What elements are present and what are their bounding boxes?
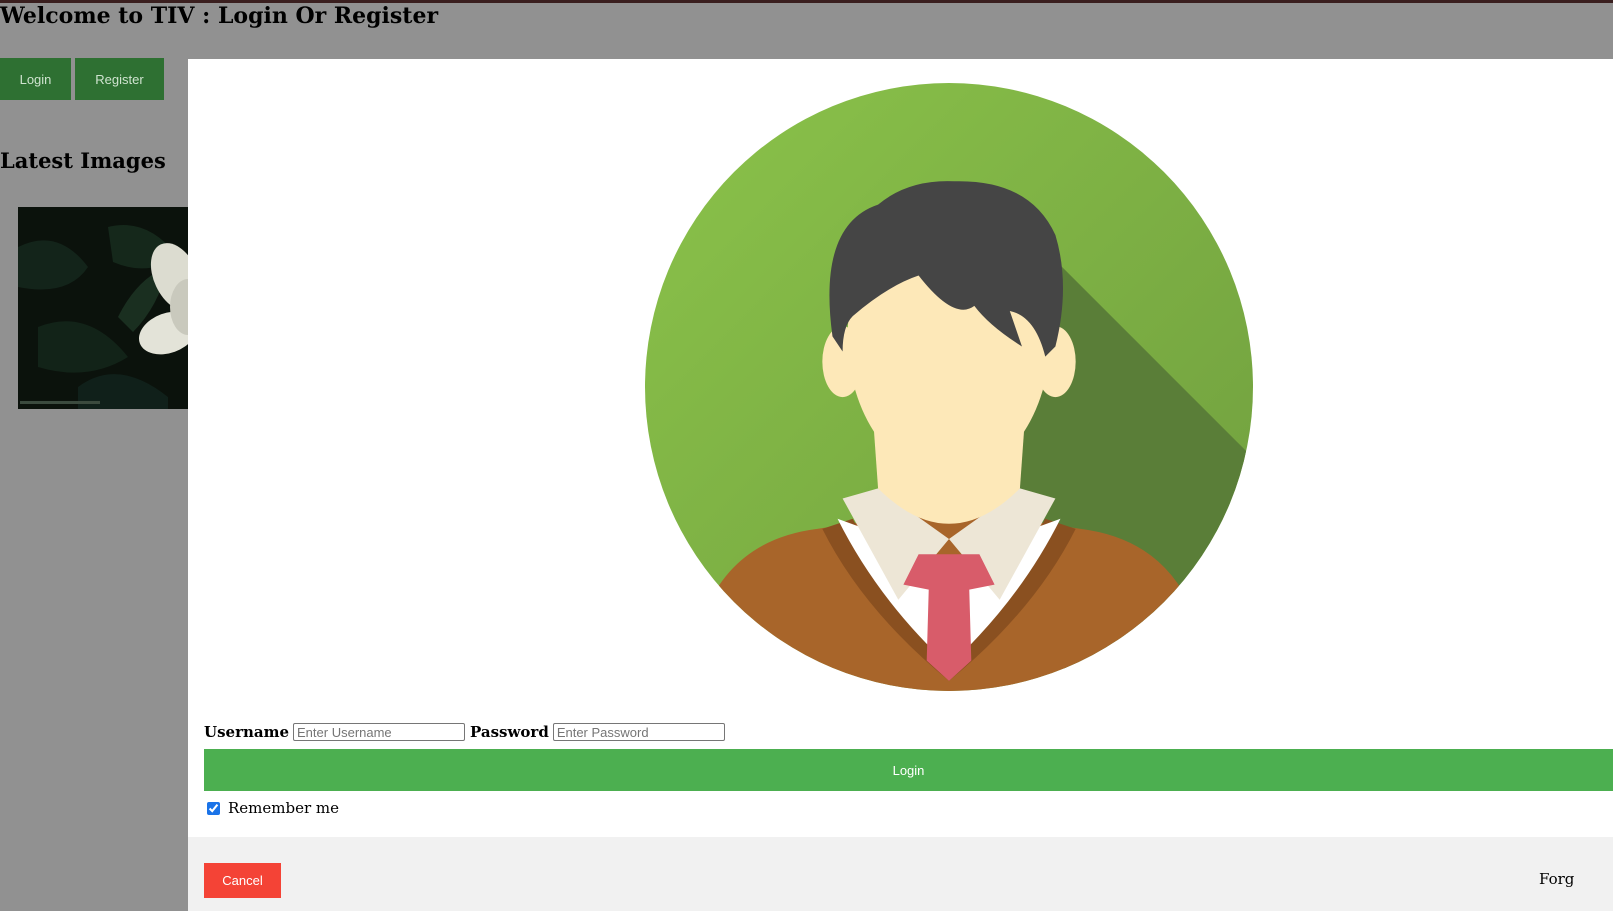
- forgot-password-link[interactable]: Forg: [1539, 870, 1574, 888]
- username-input[interactable]: [293, 723, 466, 741]
- password-input[interactable]: [552, 723, 725, 741]
- flower-image: [18, 207, 188, 409]
- nav-login-button[interactable]: Login: [0, 58, 71, 100]
- credentials-row: Username Password: [204, 720, 730, 744]
- user-avatar-icon: [645, 83, 1253, 691]
- login-submit-button[interactable]: Login: [204, 749, 1613, 791]
- nav-register-button[interactable]: Register: [75, 58, 164, 100]
- remember-me-label: Remember me: [228, 799, 340, 817]
- password-label: Password: [470, 723, 549, 741]
- login-modal: Username Password Login Remember me Canc…: [188, 59, 1613, 911]
- remember-me-checkbox[interactable]: [207, 801, 220, 815]
- latest-images-heading: Latest Images: [0, 148, 166, 173]
- remember-me-row[interactable]: Remember me: [207, 798, 339, 818]
- modal-footer: Cancel Forg: [188, 837, 1613, 911]
- cancel-button[interactable]: Cancel: [204, 863, 281, 898]
- page-title: Welcome to TIV : Login Or Register: [0, 3, 439, 29]
- username-label: Username: [204, 723, 290, 741]
- latest-image-thumbnail[interactable]: [18, 207, 188, 409]
